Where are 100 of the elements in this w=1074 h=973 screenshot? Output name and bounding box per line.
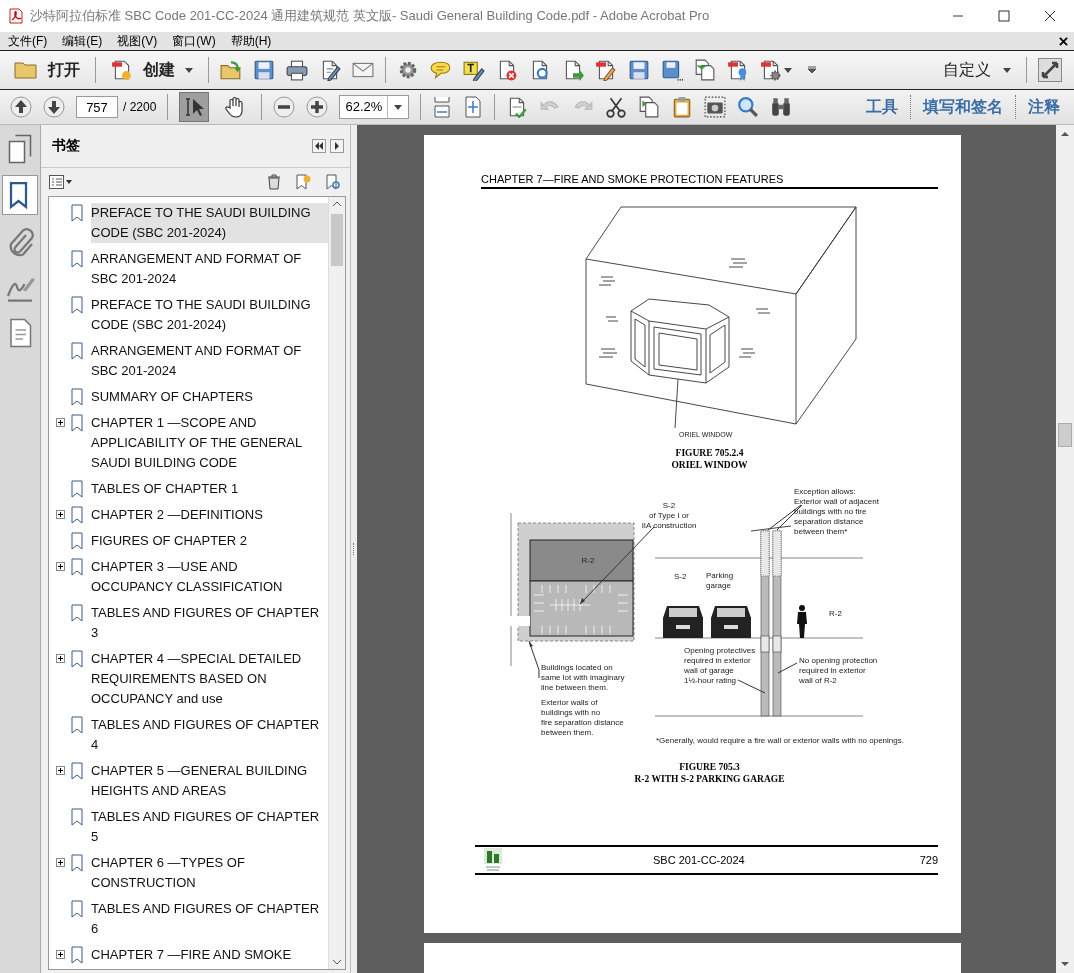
settings-icon[interactable] [397,59,419,81]
bookmark-item[interactable]: TABLES AND FIGURES OF CHAPTER 6 [91,899,328,939]
expand-toggle-icon[interactable] [55,562,65,571]
expand-panel-icon[interactable] [330,139,344,153]
bookmark-item[interactable]: ARRANGEMENT AND FORMAT OF SBC 201-2024 [91,249,328,289]
expand-toggle-icon[interactable] [55,858,65,867]
folder-arrow-icon[interactable] [220,59,242,81]
bookmark-item[interactable]: CHAPTER 3 —USE AND OCCUPANCY CLASSIFICATION [91,557,328,597]
open-button[interactable]: 打开 [10,59,84,81]
print-icon[interactable] [286,59,308,81]
car-drawing [663,606,703,638]
fullscreen-icon[interactable] [1038,58,1062,82]
bookmark-item[interactable]: CHAPTER 5 —GENERAL BUILDING HEIGHTS AND AREAS [91,761,328,801]
fit-page-icon[interactable] [463,96,484,118]
menu-item[interactable]: 文件(F) [8,32,48,50]
expand-toggle-icon[interactable] [55,418,65,427]
expand-toggle-icon[interactable] [55,950,65,959]
menu-item[interactable]: 编辑(E) [62,32,103,50]
options-icon[interactable] [49,175,73,189]
binoculars-icon[interactable] [770,96,793,118]
expand-toggle-icon[interactable] [55,654,65,663]
scrollbar[interactable] [1056,125,1074,973]
scissors-icon[interactable] [605,96,628,118]
bookmark-item[interactable]: ARRANGEMENT AND FORMAT OF SBC 201-2024 [91,341,328,381]
scroll-down-icon[interactable] [1060,961,1070,967]
save-icon[interactable] [628,59,650,81]
bookmark-icon [71,296,83,314]
bookmark-icon [71,204,83,222]
document-copy-icon[interactable] [694,59,716,81]
bookmark-icon [71,480,83,498]
bookmark-item[interactable]: CHAPTER 4 —SPECIAL DETAILED REQUIREMENTS BASED ON OCCUPANCY and use [91,649,328,709]
bookmark-icon[interactable] [2,175,38,215]
zoom-out-icon[interactable] [273,96,296,118]
overflow-menu-icon[interactable] [807,66,817,74]
footnote-text: *Generally, would require a fire wall or exterior walls with no openings. [656,736,904,745]
bookmark-item[interactable]: TABLES OF CHAPTER 1 [91,479,328,499]
pane-link[interactable]: 填写和签名 [923,96,1003,118]
logo-icon [483,847,503,873]
customize-dropdown[interactable]: 自定义 [939,59,1015,81]
text-edit-icon[interactable] [463,59,485,81]
close-icon[interactable] [1059,36,1068,46]
bookmark-icon [71,342,83,360]
create-button[interactable]: 创建 [107,59,197,81]
menu-item[interactable]: 帮助(H) [230,32,272,50]
bookmark-icon [71,604,83,622]
camera-icon[interactable] [704,96,727,118]
menu-item[interactable]: 视图(V) [117,32,158,50]
menu-item[interactable]: 窗口(W) [172,32,216,50]
save-as-icon[interactable] [661,59,683,81]
scroll-up-icon[interactable] [1060,131,1070,137]
bookmark-item[interactable]: TABLES AND FIGURES OF CHAPTER 3 [91,603,328,643]
close-icon[interactable] [1044,10,1056,22]
scroll-up-icon[interactable] [332,201,342,207]
fit-width-icon[interactable] [432,96,453,118]
bookmark-item[interactable]: PREFACE TO THE SAUDI BUILDING CODE (SBC 201-2024) [91,203,328,243]
document-pencil-icon[interactable] [595,59,617,81]
bookmark-item[interactable]: SUMMARY OF CHAPTERS [91,387,328,407]
select-tool-icon[interactable] [179,92,210,122]
pane-link[interactable]: 工具 [866,96,898,118]
annotation-label: Opening protectives required in exterior wall of garage 1½-hour rating [684,646,756,685]
bookmark-item[interactable]: FIGURES OF CHAPTER 2 [91,531,328,551]
page-number-field[interactable]: 757 [76,96,118,118]
previous-page-icon[interactable] [10,96,32,118]
bookmark-item[interactable]: CHAPTER 2 —DEFINITIONS [91,505,328,525]
search-icon[interactable] [737,96,760,118]
expand-toggle-icon[interactable] [55,510,65,519]
bookmark-icon [71,250,83,268]
copy-icon[interactable] [638,96,661,118]
scroll-down-icon[interactable] [332,959,342,965]
zoom-in-icon[interactable] [306,96,329,118]
zoom-dropdown[interactable]: 62.2% [339,95,410,119]
bookmark-icon [71,716,83,734]
bookmark-item[interactable]: PREFACE TO THE SAUDI BUILDING CODE (SBC 201-2024) [91,295,328,335]
page-count: / 2200 [123,100,157,114]
bookmark-item[interactable]: TABLES AND FIGURES OF CHAPTER 4 [91,715,328,755]
comment-icon[interactable] [430,59,452,81]
scroll-thumb[interactable] [331,214,343,266]
bookmark-item[interactable]: CHAPTER 7 —FIRE AND SMOKE [91,945,328,965]
save-icon[interactable] [253,59,275,81]
document-ribbon-icon[interactable] [727,59,749,81]
folder-icon [14,60,38,80]
maximize-icon[interactable] [998,10,1010,22]
next-page-icon[interactable] [43,96,65,118]
bookmark-item[interactable]: CHAPTER 6 —TYPES OF CONSTRUCTION [91,853,328,893]
expand-toggle-icon[interactable] [55,766,65,775]
panel-title: 书签 [52,137,80,155]
window-title: 沙特阿拉伯标准 SBC Code 201-CC-2024 通用建筑规范 英文版- Saudi General Building Code.pdf - Adobe Acrobat Pro [30,7,710,25]
zone-label: Parking garage [706,571,734,590]
scrollbar[interactable] [328,197,345,969]
pane-link[interactable]: 注释 [1028,96,1060,118]
zone-label: R-2 [581,556,595,565]
delete-icon[interactable] [266,174,282,190]
new-bookmark-icon[interactable] [294,173,312,191]
document-settings-icon[interactable] [760,59,782,81]
bookmark-search-icon[interactable] [324,173,342,191]
collapse-panel-icon[interactable] [312,139,326,153]
bookmark-item[interactable]: TABLES AND FIGURES OF CHAPTER 5 [91,807,328,847]
bookmark-item[interactable]: CHAPTER 1 —SCOPE AND APPLICABILITY OF THE GENERAL SAUDI BUILDING CODE [91,413,328,473]
bookmark-icon [71,532,83,550]
scroll-thumb[interactable] [1058,423,1072,447]
